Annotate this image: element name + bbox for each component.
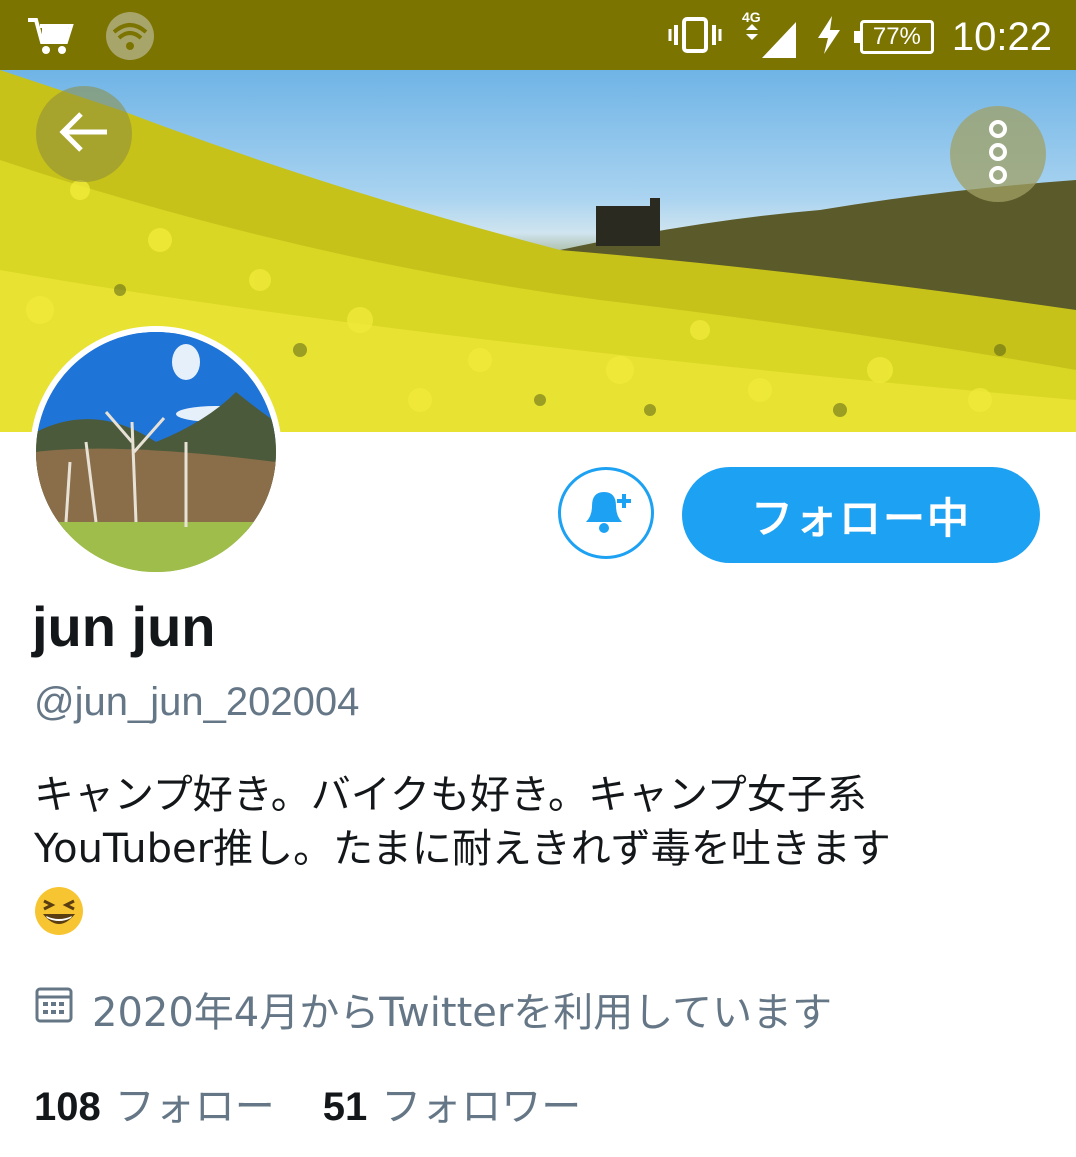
network-type-label: 4G bbox=[742, 9, 761, 25]
joined-text: 2020年4月からTwitterを利用しています bbox=[92, 990, 833, 1036]
follow-stats: 108 フォロー 51 フォロワー bbox=[34, 1074, 581, 1132]
bio-line-1: キャンプ好き。バイクも好き。キャンプ女子系 bbox=[34, 772, 867, 818]
battery-percent: 77% bbox=[872, 23, 921, 50]
profile-name: jun jun bbox=[32, 595, 216, 658]
vibrate-icon bbox=[668, 15, 722, 59]
profile-handle: @jun_jun_202004 bbox=[34, 680, 360, 724]
more-vertical-icon bbox=[986, 119, 1010, 189]
bio-line-2: YouTuber推し。たまに耐えきれず毒を吐きます bbox=[34, 826, 891, 872]
charging-icon bbox=[816, 16, 842, 58]
avatar[interactable] bbox=[30, 326, 282, 578]
followers-label: フォロワー bbox=[381, 1084, 582, 1130]
cart-icon bbox=[26, 14, 74, 62]
avatar-image bbox=[36, 332, 276, 572]
joined-date: 2020年4月からTwitterを利用しています bbox=[34, 980, 832, 1038]
following-label: フォロー bbox=[114, 1084, 275, 1130]
following-button-label: フォロー中 bbox=[750, 493, 971, 543]
profile-bio: キャンプ好き。バイクも好き。キャンプ女子系 YouTuber推し。たまに耐えきれ… bbox=[34, 768, 1044, 950]
grinning-squinting-face-emoji bbox=[34, 886, 84, 936]
following-button[interactable]: フォロー中 bbox=[682, 467, 1040, 563]
battery-icon: 77% bbox=[853, 20, 934, 54]
back-button[interactable] bbox=[36, 86, 132, 182]
arrow-left-icon bbox=[57, 110, 111, 158]
wifi-icon bbox=[104, 12, 156, 64]
following-count: 108 bbox=[34, 1085, 101, 1129]
followers-count: 51 bbox=[322, 1085, 368, 1129]
followers-stat[interactable]: 51 フォロワー bbox=[323, 1074, 582, 1132]
following-stat[interactable]: 108 フォロー bbox=[34, 1074, 275, 1132]
signal-icon: 4G bbox=[740, 8, 798, 66]
calendar-icon bbox=[34, 984, 74, 1034]
more-options-button[interactable] bbox=[950, 106, 1046, 202]
notification-bell-button[interactable] bbox=[558, 467, 654, 559]
clock: 10:22 bbox=[951, 14, 1052, 59]
status-bar: 4G 77% 10:22 bbox=[0, 0, 1076, 70]
bell-plus-icon bbox=[578, 486, 634, 540]
